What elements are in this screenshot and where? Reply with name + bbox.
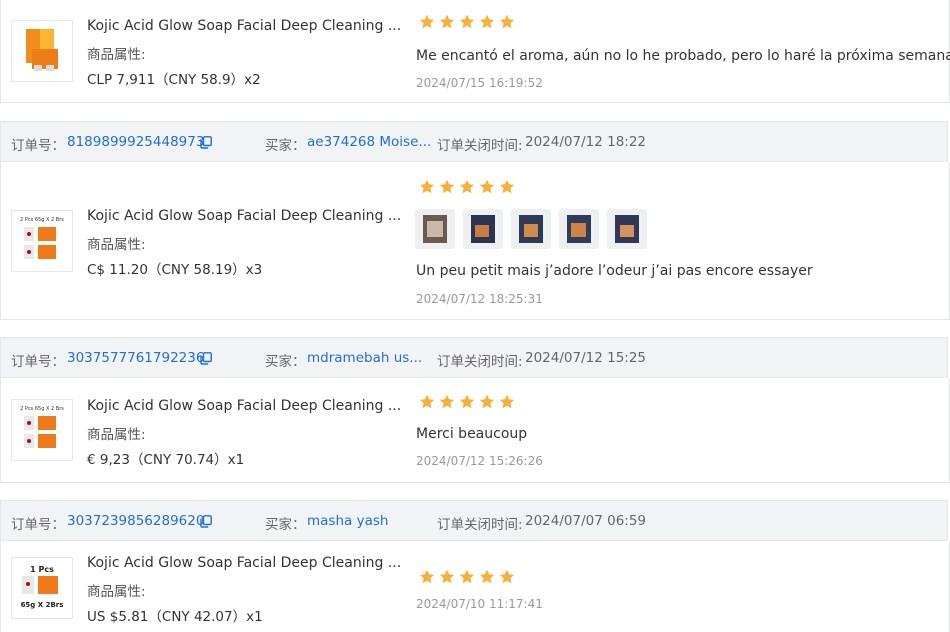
star-icon (419, 394, 435, 410)
star-icon (439, 14, 455, 30)
close-time-value: 2024/07/12 15:25 (525, 350, 647, 366)
product-price: US $5.81（CNY 42.07）x1 (87, 609, 263, 625)
buyer-label: 买家： (265, 138, 306, 154)
star-icon (479, 394, 495, 410)
review-text: Un peu petit mais j’adore l’odeur j’ai p… (416, 263, 813, 279)
buyer-label: 买家： (265, 517, 306, 533)
order-number-link[interactable]: 8189899925448973 (67, 134, 204, 150)
star-icon (419, 569, 435, 585)
pack-label: 1 Pcs (30, 565, 54, 574)
order-card: Kojic Acid Glow Soap Facial Deep Cleanin… (0, 0, 950, 103)
close-time-value: 2024/07/12 18:22 (525, 134, 647, 150)
review-photo[interactable] (559, 209, 599, 249)
review-time: 2024/07/10 11:17:41 (416, 597, 543, 611)
pack-label: 2 Pcs 65g X 2 Brs (20, 217, 64, 223)
review-photo[interactable] (415, 209, 455, 249)
star-icon (459, 14, 475, 30)
review-photo[interactable] (463, 209, 503, 249)
product-attributes-label: 商品属性: (87, 237, 146, 253)
product-price: C$ 11.20（CNY 58.19）x3 (87, 262, 263, 278)
rating-stars (419, 179, 515, 195)
order-header: 订单号： 3037577761792236 买家： mdramebah us..… (0, 337, 948, 378)
soap-bars-image: 1 Pcs 65g X 2Brs (21, 565, 64, 609)
copy-icon[interactable] (200, 352, 212, 365)
star-icon (459, 394, 475, 410)
star-icon (479, 179, 495, 195)
review-text: Merci beaucoup (416, 426, 528, 442)
product-price: € 9,23（CNY 70.74）x1 (87, 452, 245, 468)
pack-label: 2 Pcs 65g X 2 Brs (20, 406, 64, 412)
soap-bars-image: 2 Pcs 65g X 2 Brs (20, 217, 64, 259)
rating-stars (419, 394, 515, 410)
star-icon (499, 14, 515, 30)
order-card: 1 Pcs 65g X 2Brs Kojic Acid Glow Soap Fa… (0, 541, 950, 632)
review-time: 2024/07/12 15:26:26 (416, 454, 543, 468)
star-icon (459, 179, 475, 195)
close-time-label: 订单关闭时间: (437, 138, 523, 154)
copy-icon[interactable] (200, 136, 212, 149)
star-icon (499, 179, 515, 195)
rating-stars (419, 14, 515, 30)
star-icon (439, 394, 455, 410)
product-attributes-label: 商品属性: (87, 584, 146, 600)
order-header: 订单号： 3037239856289620 买家： masha yash 订单关… (0, 500, 948, 541)
product-title[interactable]: Kojic Acid Glow Soap Facial Deep Cleanin… (87, 18, 401, 34)
product-title[interactable]: Kojic Acid Glow Soap Facial Deep Cleanin… (87, 208, 401, 224)
review-time: 2024/07/12 18:25:31 (416, 292, 543, 306)
soap-bars-image: 2 Pcs 65g X 2 Brs (20, 406, 64, 448)
order-no-label: 订单号： (11, 138, 65, 154)
product-attributes-label: 商品属性: (87, 427, 146, 443)
star-icon (419, 14, 435, 30)
close-time-label: 订单关闭时间: (437, 517, 523, 533)
product-price: CLP 7,911（CNY 58.9）x2 (87, 72, 261, 88)
buyer-name-link[interactable]: ae374268 Moise... (307, 134, 431, 150)
order-no-label: 订单号： (11, 517, 65, 533)
star-icon (479, 569, 495, 585)
star-icon (459, 569, 475, 585)
product-title[interactable]: Kojic Acid Glow Soap Facial Deep Cleanin… (87, 398, 401, 414)
star-icon (419, 179, 435, 195)
copy-icon[interactable] (200, 515, 212, 528)
product-attributes-label: 商品属性: (87, 47, 146, 63)
soap-bars-image (26, 29, 58, 71)
star-icon (439, 179, 455, 195)
product-title[interactable]: Kojic Acid Glow Soap Facial Deep Cleanin… (87, 555, 401, 571)
star-icon (439, 569, 455, 585)
order-number-link[interactable]: 3037577761792236 (67, 350, 204, 366)
product-thumbnail[interactable] (11, 20, 73, 82)
order-card: 2 Pcs 65g X 2 Brs Kojic Acid Glow Soap F… (0, 378, 950, 483)
review-photos (415, 209, 647, 249)
order-header: 订单号： 8189899925448973 买家： ae374268 Moise… (0, 121, 948, 162)
product-thumbnail[interactable]: 2 Pcs 65g X 2 Brs (11, 399, 73, 461)
close-time-label: 订单关闭时间: (437, 354, 523, 370)
review-text: Me encantó el aroma, aún no lo he probad… (416, 48, 950, 64)
buyer-name-link[interactable]: mdramebah us... (307, 350, 422, 366)
rating-stars (419, 569, 515, 585)
close-time-value: 2024/07/07 06:59 (525, 513, 647, 529)
star-icon (499, 569, 515, 585)
buyer-label: 买家： (265, 354, 306, 370)
review-photo[interactable] (511, 209, 551, 249)
review-time: 2024/07/15 16:19:52 (416, 76, 543, 90)
buyer-name-link[interactable]: masha yash (307, 513, 388, 529)
order-no-label: 订单号： (11, 354, 65, 370)
star-icon (479, 14, 495, 30)
order-card: 2 Pcs 65g X 2 Brs Kojic Acid Glow Soap F… (0, 162, 950, 320)
pack-label: 65g X 2Brs (21, 601, 64, 609)
product-thumbnail[interactable]: 1 Pcs 65g X 2Brs (11, 557, 73, 619)
product-thumbnail[interactable]: 2 Pcs 65g X 2 Brs (11, 210, 73, 272)
review-photo[interactable] (607, 209, 647, 249)
star-icon (499, 394, 515, 410)
order-number-link[interactable]: 3037239856289620 (67, 513, 204, 529)
